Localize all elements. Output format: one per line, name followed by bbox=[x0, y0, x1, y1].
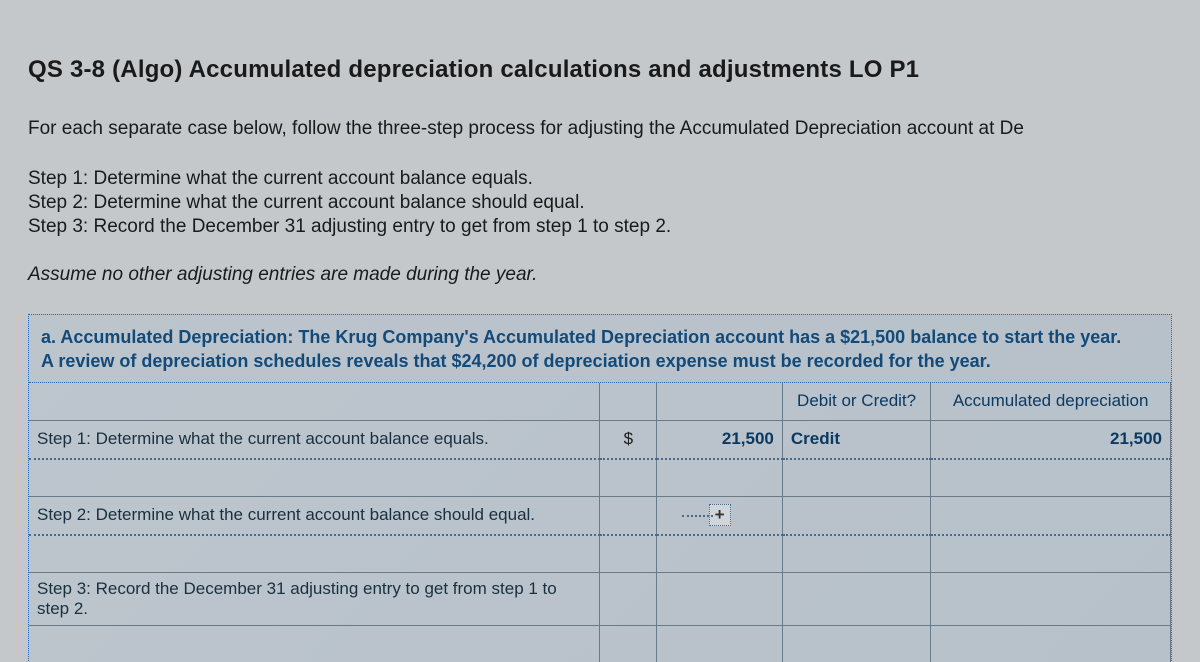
header-blank-2 bbox=[600, 383, 657, 421]
header-accumulated-depreciation: Accumulated depreciation bbox=[931, 383, 1171, 421]
row-gap-1-acc[interactable] bbox=[931, 459, 1171, 497]
row-tail bbox=[29, 626, 1171, 662]
row-tail-acc[interactable] bbox=[931, 626, 1171, 662]
row-step3-acc[interactable] bbox=[931, 573, 1171, 626]
row-step1-amount[interactable]: 21,500 bbox=[657, 421, 783, 459]
step1-text: Step 1: Determine what the current accou… bbox=[28, 168, 1172, 190]
row-step2-sym bbox=[600, 497, 657, 535]
row-gap-1-doc[interactable] bbox=[782, 459, 930, 497]
row-gap-2-desc bbox=[29, 535, 600, 573]
row-step3-amt[interactable] bbox=[657, 573, 783, 626]
row-step3-label: Step 3: Record the December 31 adjusting… bbox=[29, 573, 600, 626]
add-row-button[interactable]: + bbox=[709, 504, 731, 526]
row-gap-1-desc bbox=[29, 459, 600, 497]
header-blank-3 bbox=[657, 383, 783, 421]
header-debit-or-credit: Debit or Credit? bbox=[782, 383, 930, 421]
assumption-text: Assume no other adjusting entries are ma… bbox=[28, 264, 1172, 286]
row-step2-acc[interactable] bbox=[931, 497, 1171, 535]
row-gap-1-amt[interactable] bbox=[657, 459, 783, 497]
step3-text: Step 3: Record the December 31 adjusting… bbox=[28, 216, 1172, 238]
page-root: QS 3-8 (Algo) Accumulated depreciation c… bbox=[0, 0, 1200, 662]
row-step1-debit-credit[interactable]: Credit bbox=[782, 421, 930, 459]
row-gap-2-acc[interactable] bbox=[931, 535, 1171, 573]
row-gap-2-doc[interactable] bbox=[782, 535, 930, 573]
row-step1-accdep[interactable]: 21,500 bbox=[931, 421, 1171, 459]
header-blank-1 bbox=[29, 383, 600, 421]
question-title: QS 3-8 (Algo) Accumulated depreciation c… bbox=[28, 56, 1172, 84]
worksheet-table: Debit or Credit? Accumulated depreciatio… bbox=[29, 383, 1171, 662]
header-row: Debit or Credit? Accumulated depreciatio… bbox=[29, 383, 1171, 421]
steps-block: Step 1: Determine what the current accou… bbox=[28, 168, 1172, 238]
row-step1: Step 1: Determine what the current accou… bbox=[29, 421, 1171, 459]
row-tail-desc[interactable] bbox=[29, 626, 600, 662]
case-a-header-line1: a. Accumulated Depreciation: The Krug Co… bbox=[41, 327, 1121, 347]
step2-text: Step 2: Determine what the current accou… bbox=[28, 192, 1172, 214]
row-tail-amt[interactable] bbox=[657, 626, 783, 662]
case-a-header: a. Accumulated Depreciation: The Krug Co… bbox=[29, 315, 1171, 383]
row-step1-label: Step 1: Determine what the current accou… bbox=[29, 421, 600, 459]
row-step3-sym bbox=[600, 573, 657, 626]
row-step2: Step 2: Determine what the current accou… bbox=[29, 497, 1171, 535]
row-step1-currency: $ bbox=[600, 421, 657, 459]
row-step3-doc[interactable] bbox=[782, 573, 930, 626]
row-gap-2-sym bbox=[600, 535, 657, 573]
row-step2-doc[interactable] bbox=[782, 497, 930, 535]
row-step2-label: Step 2: Determine what the current accou… bbox=[29, 497, 600, 535]
row-tail-sym bbox=[600, 626, 657, 662]
row-step2-plus-cell: + bbox=[657, 497, 783, 535]
row-gap-1 bbox=[29, 459, 1171, 497]
worksheet-case-a: a. Accumulated Depreciation: The Krug Co… bbox=[28, 314, 1172, 662]
row-gap-2-amt[interactable] bbox=[657, 535, 783, 573]
row-step3: Step 3: Record the December 31 adjusting… bbox=[29, 573, 1171, 626]
case-a-header-line2: A review of depreciation schedules revea… bbox=[41, 351, 991, 371]
row-gap-1-sym bbox=[600, 459, 657, 497]
row-gap-2 bbox=[29, 535, 1171, 573]
row-tail-doc[interactable] bbox=[782, 626, 930, 662]
intro-text: For each separate case below, follow the… bbox=[28, 118, 1172, 140]
